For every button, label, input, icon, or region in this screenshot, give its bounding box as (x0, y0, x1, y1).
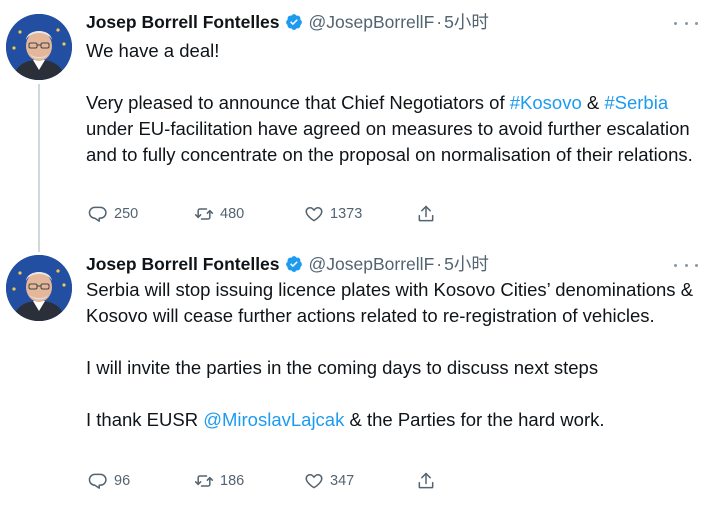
retweet-button[interactable]: 186 (194, 471, 244, 491)
more-options-icon[interactable] (674, 16, 698, 30)
tweet-1[interactable]: Josep Borrell Fontelles @JosepBorrellF ·… (0, 0, 720, 252)
like-count: 1373 (330, 206, 363, 222)
thread-connector-line (38, 84, 40, 252)
tweet-paragraph: Serbia will stop issuing licence plates … (86, 279, 694, 326)
reply-count: 250 (114, 206, 139, 222)
retweet-icon (194, 208, 214, 220)
text-segment: under EU-facilitation have agreed on mea… (86, 118, 693, 165)
reply-icon (88, 473, 107, 489)
text-segment: Very pleased to announce that Chief Nego… (86, 92, 510, 113)
tweet-header: Josep Borrell Fontelles @JosepBorrellF ·… (86, 253, 489, 275)
share-button[interactable] (416, 204, 442, 224)
separator-dot: · (436, 12, 443, 32)
reply-button[interactable]: 96 (88, 471, 130, 491)
tweet-actions: 96 186 347 (86, 471, 446, 495)
tweet-actions: 250 480 1373 (86, 204, 446, 228)
tweet-line: We have a deal! (86, 40, 220, 61)
tweet-paragraph: I will invite the parties in the coming … (86, 357, 599, 378)
separator-dot: · (436, 254, 443, 274)
tweet-2[interactable]: Josep Borrell Fontelles @JosepBorrellF ·… (0, 245, 720, 505)
text-segment: I thank EUSR (86, 409, 204, 430)
tweet-paragraph: I thank EUSR @MiroslavLajcak & the Parti… (86, 407, 701, 433)
retweet-icon (194, 475, 214, 487)
like-count: 347 (330, 473, 355, 489)
like-heart-icon (305, 207, 323, 222)
share-icon (418, 472, 434, 489)
mention-link[interactable]: @MiroslavLajcak (203, 409, 344, 430)
reply-icon (88, 206, 107, 222)
hashtag-serbia[interactable]: #Serbia (604, 92, 668, 113)
verified-badge-icon (285, 14, 302, 30)
avatar[interactable] (6, 255, 72, 321)
author-name[interactable]: Josep Borrell Fontelles (86, 11, 280, 33)
author-handle[interactable]: @JosepBorrellF (309, 253, 435, 275)
like-heart-icon (305, 474, 323, 489)
text-segment: & (581, 92, 605, 113)
author-name[interactable]: Josep Borrell Fontelles (86, 253, 280, 275)
reply-count: 96 (114, 473, 131, 489)
author-handle[interactable]: @JosepBorrellF (309, 11, 435, 33)
retweet-count: 186 (220, 473, 245, 489)
like-button[interactable]: 1373 (304, 204, 362, 224)
tweet-text: We have a deal! Very pleased to announce… (86, 38, 701, 168)
share-icon (418, 205, 434, 222)
tweet-paragraph: Very pleased to announce that Chief Nego… (86, 90, 701, 168)
more-options-icon[interactable] (674, 258, 698, 272)
reply-button[interactable]: 250 (88, 204, 138, 224)
tweet-text: Serbia will stop issuing licence plates … (86, 277, 701, 433)
hashtag-kosovo[interactable]: #Kosovo (510, 92, 582, 113)
retweet-button[interactable]: 480 (194, 204, 244, 224)
tweet-header: Josep Borrell Fontelles @JosepBorrellF ·… (86, 11, 489, 33)
retweet-count: 480 (220, 206, 245, 222)
verified-badge-icon (285, 256, 302, 272)
avatar[interactable] (6, 14, 72, 80)
like-button[interactable]: 347 (304, 471, 354, 491)
timestamp[interactable]: 5小时 (444, 253, 489, 275)
timestamp[interactable]: 5小时 (444, 11, 489, 33)
share-button[interactable] (416, 471, 442, 491)
text-segment: & the Parties for the hard work. (344, 409, 605, 430)
